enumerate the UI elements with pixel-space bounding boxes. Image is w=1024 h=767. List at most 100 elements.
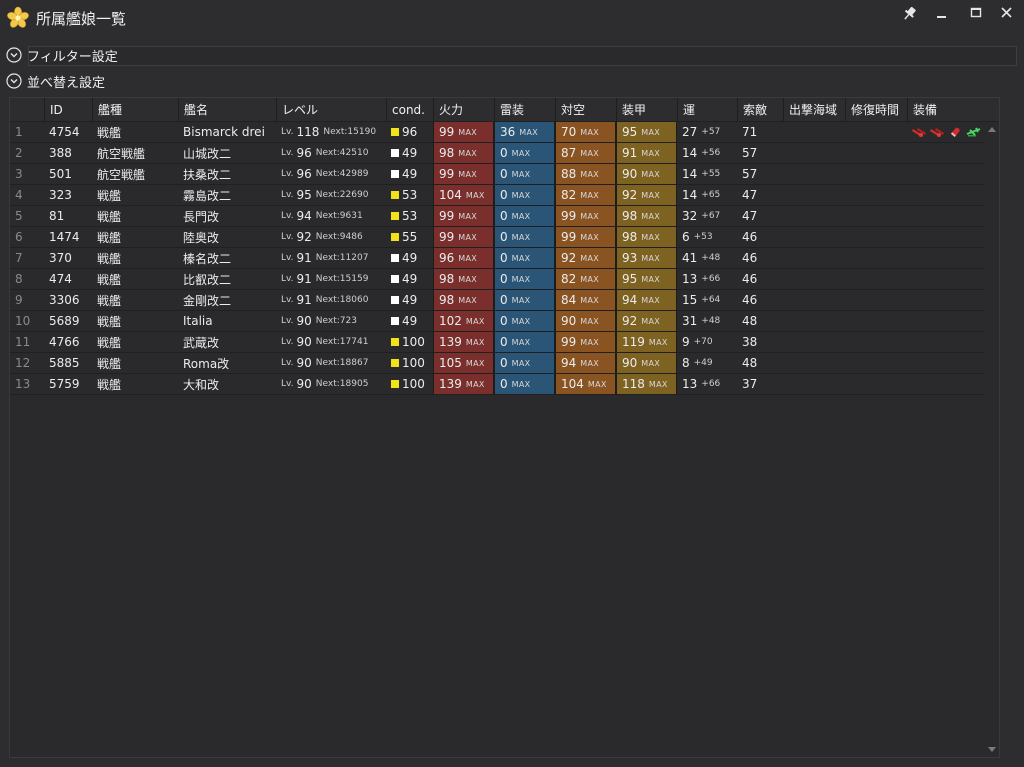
table-row[interactable]: 5 81 戦艦 長門改 Lv. 94 Next: 9631 53 99 MAX 0 MAX 99 MAX 98… — [10, 206, 999, 227]
stat-antiair: 99 MAX — [555, 332, 616, 352]
ship-name: 霧島改二 — [183, 188, 232, 203]
stat-antiair: 88 MAX — [555, 164, 616, 184]
level-value: 91 — [296, 251, 312, 265]
max-badge: MAX — [587, 379, 607, 389]
column-header-equipment[interactable]: 装備 — [907, 98, 985, 121]
table-row[interactable]: 3 501 航空戦艦 扶桑改二 Lv. 96 Next: 42989 49 99 MAX 0 MAX 88… — [10, 164, 999, 185]
vertical-scrollbar[interactable] — [985, 122, 999, 757]
table-row[interactable]: 11 4766 戦艦 武蔵改 Lv. 90 Next: 17741 100 139 MAX 0 MAX 9… — [10, 332, 999, 353]
column-header-firepower[interactable]: 火力 — [433, 98, 494, 121]
ship-los: 46 — [742, 293, 758, 307]
table-row[interactable]: 8 474 戦艦 比叡改二 Lv. 91 Next: 15159 49 98 MAX 0 MAX 82 MA… — [10, 269, 999, 290]
column-header-label: 対空 — [561, 103, 586, 117]
level-prefix: Lv. — [281, 379, 294, 389]
column-header-armor[interactable]: 装甲 — [616, 98, 677, 121]
max-badge: MAX — [511, 253, 531, 263]
ship-sortie-area — [783, 332, 845, 352]
max-badge: MAX — [580, 337, 600, 347]
row-index: 8 — [15, 272, 23, 286]
column-header-los[interactable]: 索敵 — [737, 98, 783, 121]
condition-indicator — [391, 380, 399, 388]
stat-torpedo: 0 MAX — [494, 164, 555, 184]
column-header-ship-type[interactable]: 艦種 — [92, 98, 178, 121]
table-row[interactable]: 6 1474 戦艦 陸奥改 Lv. 92 Next: 9486 55 99 MAX 0 MAX 99 MAX… — [10, 227, 999, 248]
column-header-label: 運 — [683, 103, 696, 117]
stat-antiair: 94 MAX — [555, 353, 616, 373]
filter-settings-toggle[interactable]: フィルター設定 — [6, 45, 118, 65]
column-header-cond[interactable]: cond. — [386, 98, 433, 121]
column-header-label: 雷装 — [500, 103, 525, 117]
table-row[interactable]: 2 388 航空戦艦 山城改二 Lv. 96 Next: 42510 49 98 MAX 0 MAX 87… — [10, 143, 999, 164]
column-header-index[interactable] — [10, 98, 44, 121]
column-header-id[interactable]: ID — [44, 98, 92, 121]
antiair-value: 90 — [561, 314, 577, 328]
stat-armor: 98 MAX — [616, 227, 677, 247]
firepower-value: 99 — [439, 209, 455, 223]
column-header-ship-name[interactable]: 艦名 — [178, 98, 276, 121]
table-row[interactable]: 1 4754 戦艦 Bismarck drei Lv. 118 Next: 15190 96 99… — [10, 122, 999, 143]
sort-settings-toggle[interactable]: 並べ替え設定 — [6, 71, 105, 91]
ship-type: 戦艦 — [97, 356, 122, 371]
max-badge: MAX — [519, 127, 539, 137]
table-row[interactable]: 9 3306 戦艦 金剛改二 Lv. 91 Next: 18060 49 98 MAX 0 MAX 84 M… — [10, 290, 999, 311]
stat-antiair: 90 MAX — [555, 311, 616, 331]
max-badge: MAX — [465, 337, 485, 347]
scroll-down-icon[interactable] — [988, 747, 996, 753]
luck-remaining: +48 — [701, 253, 721, 263]
maximize-button[interactable] — [965, 4, 987, 24]
chevron-down-icon — [6, 73, 22, 89]
filter-settings-label: フィルター設定 — [27, 49, 118, 65]
ship-name: Bismarck drei — [183, 125, 265, 139]
level-value: 96 — [296, 167, 312, 181]
stat-torpedo: 36 MAX — [494, 122, 555, 142]
ship-repair-time — [845, 164, 907, 184]
ship-list-grid[interactable]: ID 艦種 艦名 レベル cond. 火力 雷装 対空 装甲運 索敵 出撃海域 修復時間 装備 1 475… — [9, 97, 1000, 758]
table-row[interactable]: 10 5689 戦艦 Italia Lv. 90 Next: 723 49 102 MAX 0 MAX 9… — [10, 311, 999, 332]
stat-torpedo: 0 MAX — [494, 248, 555, 268]
column-header-label: 索敵 — [743, 103, 768, 117]
next-exp-value: 15159 — [339, 274, 369, 284]
ship-los: 57 — [742, 167, 758, 181]
luck-remaining: +64 — [701, 295, 721, 305]
column-header-antiair[interactable]: 対空 — [555, 98, 616, 121]
table-row[interactable]: 4 323 戦艦 霧島改二 Lv. 95 Next: 22690 53 104 MAX 0 MAX 82 M… — [10, 185, 999, 206]
minimize-button[interactable] — [931, 4, 953, 24]
max-badge: MAX — [641, 232, 661, 242]
ship-repair-time — [845, 185, 907, 205]
table-row[interactable]: 13 5759 戦艦 大和改 Lv. 90 Next: 18905 100 139 MAX 0 MAX 1… — [10, 374, 999, 395]
ship-repair-time — [845, 143, 907, 163]
torpedo-value: 0 — [500, 356, 508, 370]
next-prefix: Next: — [315, 190, 340, 200]
antiair-value: 82 — [561, 188, 577, 202]
table-row[interactable]: 12 5885 戦艦 Roma改 Lv. 90 Next: 18867 100 105 MAX 0 MA… — [10, 353, 999, 374]
armor-value: 90 — [622, 167, 638, 181]
column-header-torpedo[interactable]: 雷装 — [494, 98, 555, 121]
condition-value: 49 — [402, 272, 418, 286]
ship-luck: 13 +66 — [677, 374, 737, 394]
table-row[interactable]: 7 370 戦艦 榛名改二 Lv. 91 Next: 11207 49 96 MAX 0 MAX 92 MA… — [10, 248, 999, 269]
ship-equipment — [907, 311, 985, 331]
torpedo-value: 0 — [500, 188, 508, 202]
column-header-luck[interactable]: 運 — [677, 98, 737, 121]
column-header-repair-time[interactable]: 修復時間 — [845, 98, 907, 121]
pin-button[interactable] — [899, 4, 921, 24]
stat-antiair: 104 MAX — [555, 374, 616, 394]
row-index: 2 — [15, 146, 23, 160]
luck-remaining: +53 — [693, 232, 713, 242]
armor-value: 119 — [622, 335, 645, 349]
luck-value: 15 — [682, 293, 698, 307]
scroll-up-icon[interactable] — [988, 126, 996, 132]
ship-sortie-area — [783, 206, 845, 226]
stat-torpedo: 0 MAX — [494, 311, 555, 331]
ship-name: 長門改 — [183, 209, 220, 224]
condition-indicator — [391, 149, 399, 157]
column-header-level[interactable]: レベル — [276, 98, 386, 121]
antiair-value: 82 — [561, 272, 577, 286]
ship-equipment — [907, 290, 985, 310]
column-header-sortie-area[interactable]: 出撃海域 — [783, 98, 845, 121]
torpedo-value: 0 — [500, 251, 508, 265]
ship-level: Lv. 91 Next: 11207 — [276, 248, 386, 268]
next-prefix: Next: — [315, 211, 340, 221]
column-header-label: cond. — [392, 102, 425, 117]
close-button[interactable] — [996, 4, 1018, 24]
